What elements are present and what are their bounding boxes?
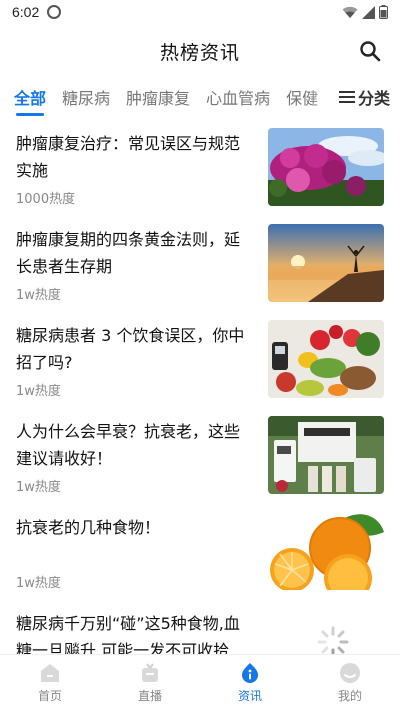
news-title: 糖尿病患者 3 个饮食误区，你中招了吗? xyxy=(16,326,245,372)
news-thumbnail[interactable] xyxy=(268,224,384,302)
nav-news[interactable]: 资讯 xyxy=(200,655,300,711)
news-title: 人为什么会早衰？抗衰老，这些建议请收好！ xyxy=(16,422,241,468)
news-heat: 1w热度 xyxy=(16,384,61,399)
nav-profile-label: 我的 xyxy=(337,689,362,703)
sunrise-photo xyxy=(268,224,384,302)
tab-tumor-rehab[interactable]: 肿瘤康复 xyxy=(126,85,190,109)
news-title: 肿瘤康复期的四条黄金法则，延长患者生存期 xyxy=(16,230,241,276)
news-item[interactable]: 人为什么会早衰？抗衰老，这些建议请收好！ 1w热度 xyxy=(0,406,400,502)
news-title: 肿瘤康复治疗：常见误区与规范实施 xyxy=(16,134,241,180)
search-icon[interactable] xyxy=(358,39,382,63)
nav-profile[interactable]: 我的 xyxy=(300,655,400,711)
news-heat: 1w热度 xyxy=(16,576,61,591)
home-icon xyxy=(41,664,59,682)
signal-icon xyxy=(362,5,375,19)
skincare-photo xyxy=(268,416,384,494)
bougainvillea-photo xyxy=(268,128,384,206)
healthy-food-photo xyxy=(268,320,384,398)
news-item[interactable]: 抗衰老的几种食物！ 1w热度 xyxy=(0,502,400,598)
sync-icon xyxy=(47,5,62,19)
news-heat: 1000热度 xyxy=(16,192,76,207)
news-heat: 1w热度 xyxy=(16,480,61,495)
profile-icon xyxy=(340,663,360,683)
nav-home[interactable]: 首页 xyxy=(0,655,100,711)
orange-photo xyxy=(268,512,384,590)
tab-diabetes[interactable]: 糖尿病 xyxy=(62,85,110,109)
page-title: 热榜资讯 xyxy=(159,41,240,64)
app-header: 热榜资讯 xyxy=(0,24,400,78)
news-heat: 1w热度 xyxy=(16,288,61,303)
nav-live[interactable]: 直播 xyxy=(100,655,200,711)
nav-home-label: 首页 xyxy=(37,689,62,703)
menu-icon xyxy=(338,91,355,103)
status-bar: 6:02 xyxy=(0,0,400,24)
bottom-nav: 首页 直播 资讯 我的 xyxy=(0,654,400,711)
news-title: 抗衰老的几种食物！ xyxy=(16,518,161,537)
nav-news-label: 资讯 xyxy=(237,689,262,703)
news-item[interactable]: 肿瘤康复治疗：常见误区与规范实施 1000热度 xyxy=(0,118,400,214)
news-item[interactable]: 肿瘤康复期的四条黄金法则，延长患者生存期 1w热度 xyxy=(0,214,400,310)
news-thumbnail[interactable] xyxy=(268,128,384,206)
status-time: 6:02 xyxy=(12,4,40,20)
news-thumbnail[interactable] xyxy=(268,320,384,398)
tab-cardiovascular[interactable]: 心血管病 xyxy=(206,85,270,109)
category-button[interactable]: 分类 xyxy=(334,78,390,116)
wifi-icon xyxy=(342,6,358,18)
nav-live-label: 直播 xyxy=(137,689,162,703)
status-icons xyxy=(342,5,388,19)
news-item[interactable]: 糖尿病患者 3 个饮食误区，你中招了吗? 1w热度 xyxy=(0,310,400,406)
tab-all[interactable]: 全部 xyxy=(14,85,46,116)
category-label: 分类 xyxy=(357,89,390,108)
news-title: 糖尿病千万别“碰”这5种食物,血糖一旦飚升,可能一发不可收拾 xyxy=(16,614,240,654)
battery-icon xyxy=(379,5,388,19)
info-icon xyxy=(242,663,258,683)
news-feed[interactable]: 肿瘤康复治疗：常见误区与规范实施 1000热度 肿瘤康复期的四条黄金法则，延长患… xyxy=(0,118,400,654)
live-tv-icon xyxy=(142,663,158,682)
news-thumbnail[interactable] xyxy=(268,416,384,494)
news-thumbnail[interactable] xyxy=(268,512,384,590)
